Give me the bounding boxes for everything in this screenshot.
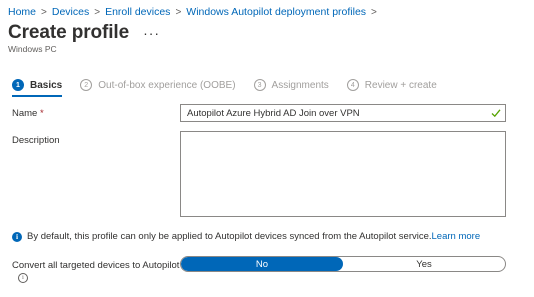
toggle-option-yes[interactable]: Yes: [343, 257, 505, 271]
chevron-right-icon: >: [175, 7, 182, 18]
breadcrumb: Home > Devices > Enroll devices > Windows Auto…: [8, 6, 382, 18]
step-number: 4: [346, 79, 359, 91]
description-textarea[interactable]: [180, 131, 506, 217]
toggle-option-no[interactable]: No: [181, 257, 343, 271]
chevron-right-icon: >: [94, 7, 101, 18]
step-number: 3: [253, 79, 266, 91]
step-label: Assignments: [271, 79, 329, 91]
step-review-create[interactable]: 4 Review + create: [346, 79, 437, 91]
info-message: i By default, this profile can only be a…: [12, 231, 480, 242]
page-subtitle: Windows PC: [8, 44, 57, 54]
name-input[interactable]: Autopilot Azure Hybrid AD Join over VPN: [180, 104, 506, 122]
step-number: 1: [12, 79, 24, 91]
step-label: Basics: [30, 79, 63, 91]
chevron-right-icon: >: [371, 7, 377, 18]
step-label: Review + create: [364, 79, 437, 91]
name-label: Name *: [12, 108, 44, 119]
page-title: Create profile: [8, 22, 130, 43]
breadcrumb-devices[interactable]: Devices: [52, 6, 89, 18]
name-label-text: Name: [12, 108, 38, 119]
breadcrumb-enroll-devices[interactable]: Enroll devices: [105, 6, 170, 18]
learn-more-link[interactable]: Learn more: [432, 231, 481, 242]
info-icon[interactable]: i: [18, 273, 28, 283]
checkmark-icon: [491, 109, 501, 118]
more-options-button[interactable]: ···: [143, 26, 160, 40]
title-row: Create profile ···: [8, 22, 160, 44]
step-basics[interactable]: 1 Basics: [12, 79, 62, 91]
info-text: By default, this profile can only be app…: [27, 231, 432, 242]
step-oobe[interactable]: 2 Out-of-box experience (OOBE): [80, 79, 236, 91]
breadcrumb-autopilot-profiles[interactable]: Windows Autopilot deployment profiles: [186, 6, 366, 18]
convert-toggle: No Yes: [180, 256, 506, 272]
description-label: Description: [12, 135, 60, 146]
info-icon: i: [12, 231, 22, 242]
active-step-indicator: [12, 95, 62, 97]
step-assignments[interactable]: 3 Assignments: [253, 79, 329, 91]
step-number: 2: [80, 79, 93, 91]
chevron-right-icon: >: [41, 7, 47, 18]
breadcrumb-home[interactable]: Home: [8, 6, 36, 18]
name-input-value: Autopilot Azure Hybrid AD Join over VPN: [187, 107, 360, 119]
step-label: Out-of-box experience (OOBE): [98, 79, 236, 91]
wizard-steps: 1 Basics 2 Out-of-box experience (OOBE) …: [12, 79, 455, 91]
convert-label: Convert all targeted devices to Autopilo…: [12, 260, 180, 271]
required-mark: *: [39, 108, 44, 119]
